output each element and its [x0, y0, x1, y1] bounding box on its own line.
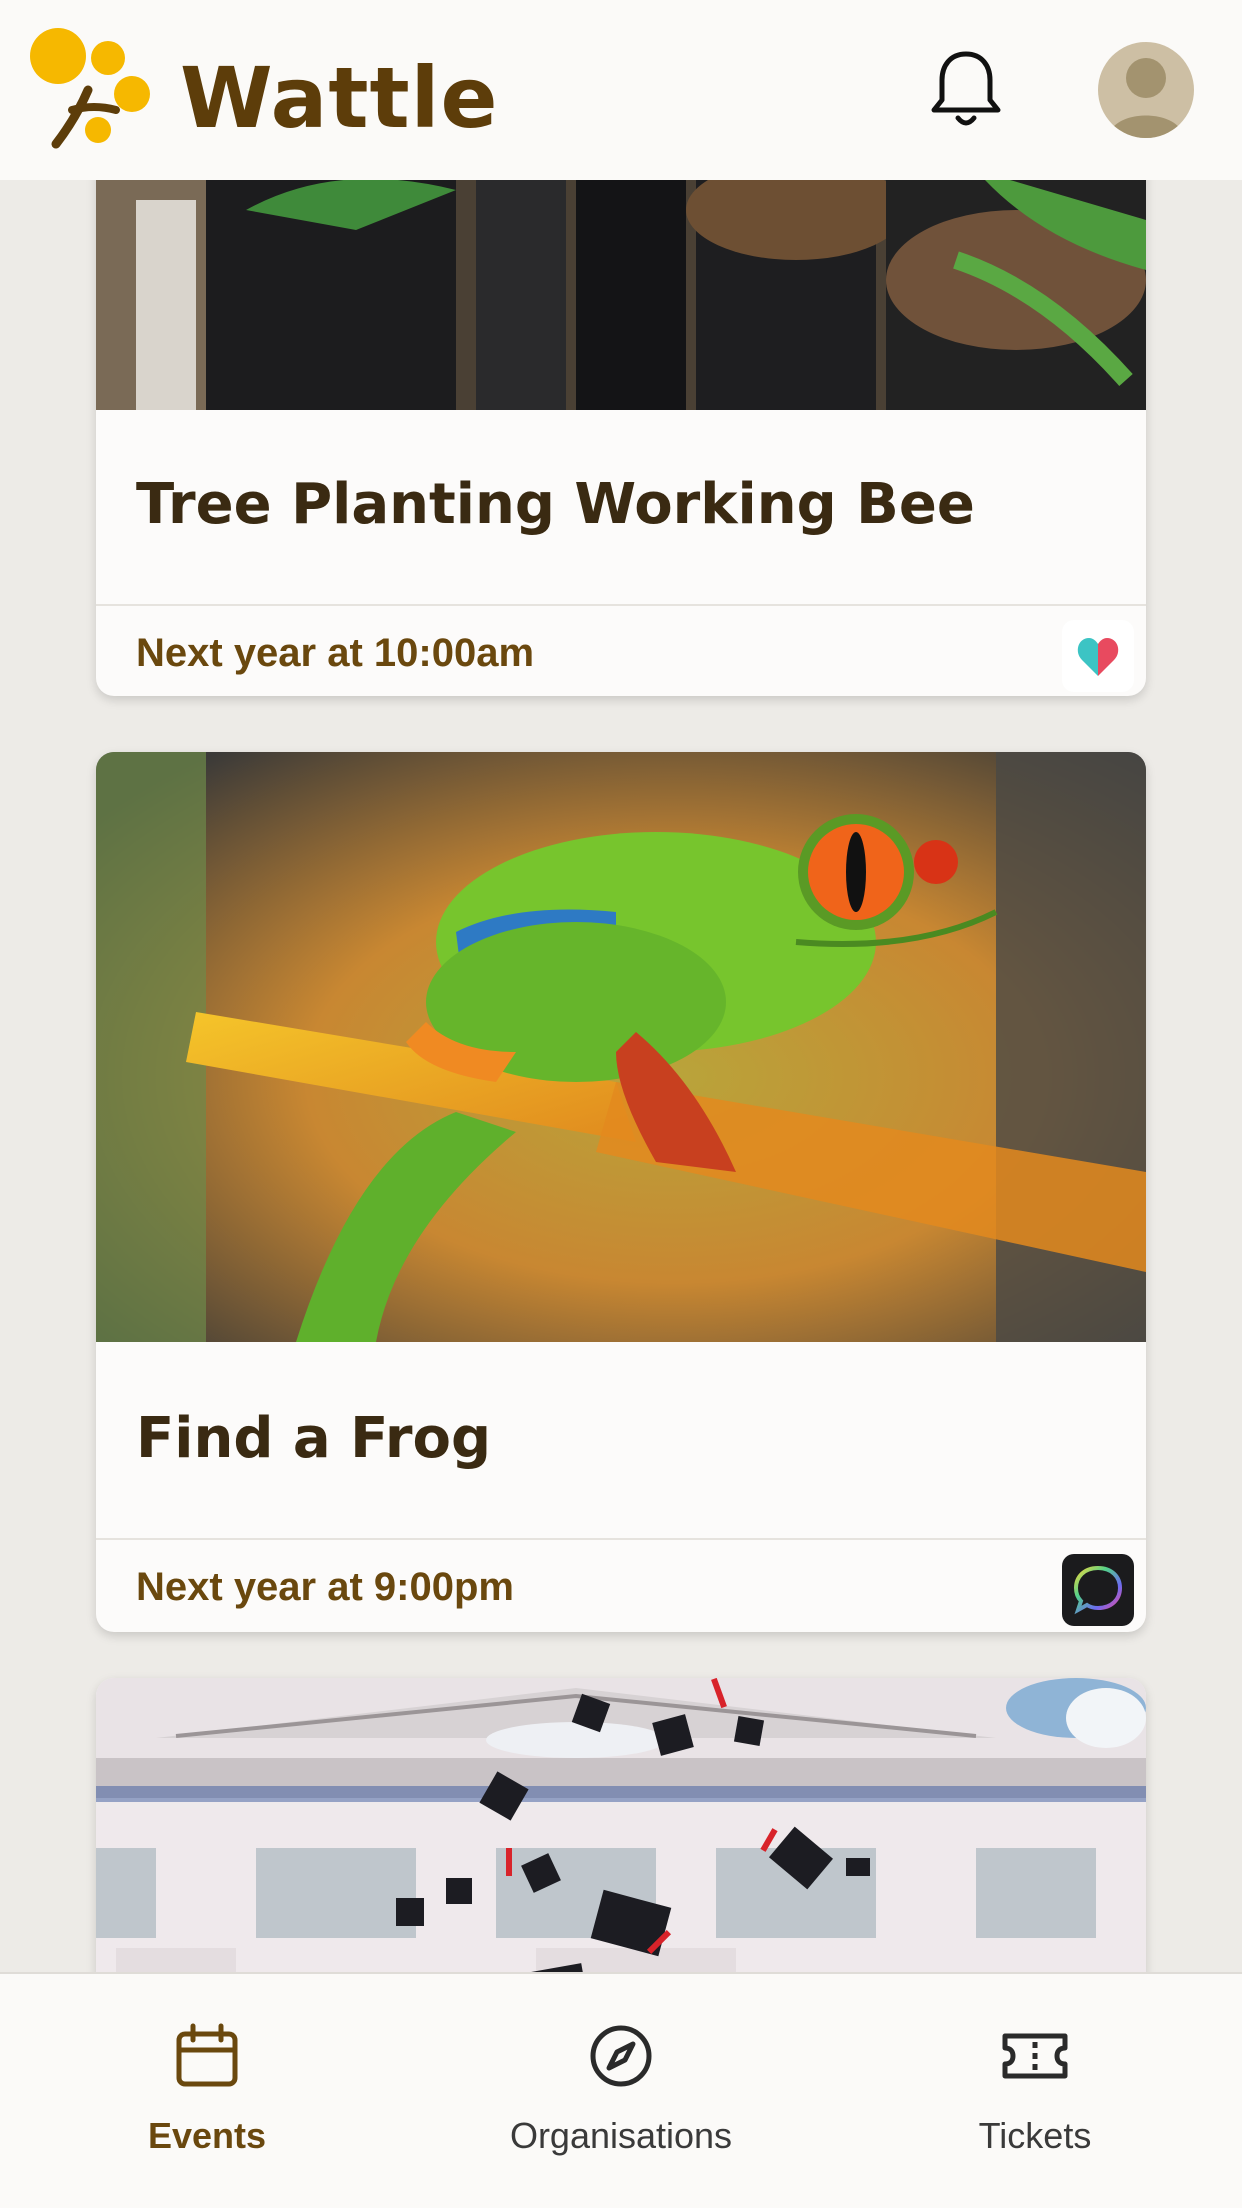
event-card[interactable]: Tree Planting Working Bee Next year at 1…: [96, 180, 1146, 696]
nav-label: Events: [147, 2115, 267, 2156]
nav-item-tickets[interactable]: Tickets: [885, 1974, 1185, 2208]
calendar-icon: [176, 2023, 238, 2087]
event-card[interactable]: Find a Frog Next year at 9:00pm: [96, 752, 1146, 1632]
wattle-logo-icon[interactable]: [28, 26, 158, 152]
user-avatar-icon: [1108, 58, 1184, 138]
bell-icon: [931, 51, 1001, 126]
event-image: [96, 180, 1146, 410]
card-divider: [96, 1538, 1146, 1540]
event-time: Next year at 9:00pm: [136, 1565, 514, 1609]
event-image: [96, 752, 1146, 1342]
event-image: [96, 1678, 1146, 1972]
organisation-logo[interactable]: [1062, 620, 1134, 692]
bottom-navigation: Events Organisations Tickets: [0, 1972, 1242, 2208]
event-card[interactable]: [96, 1678, 1146, 1972]
speech-bubble-logo-icon: [1073, 1565, 1123, 1615]
ticket-icon: [1002, 2033, 1068, 2079]
nav-item-events[interactable]: Events: [57, 1974, 357, 2208]
app-header: Wattle: [0, 0, 1242, 180]
event-title[interactable]: Find a Frog: [136, 1404, 491, 1474]
heart-logo-icon: [1077, 638, 1119, 676]
notifications-button[interactable]: [928, 46, 1004, 132]
compass-icon: [590, 2025, 652, 2087]
event-title[interactable]: Tree Planting Working Bee: [136, 470, 975, 540]
nav-item-organisations[interactable]: Organisations: [471, 1974, 771, 2208]
organisation-logo[interactable]: [1062, 1554, 1134, 1626]
avatar[interactable]: [1098, 42, 1194, 138]
nav-label: Organisations: [509, 2115, 733, 2156]
event-time: Next year at 10:00am: [136, 631, 535, 675]
app-name: Wattle: [180, 49, 499, 147]
card-divider: [96, 604, 1146, 606]
events-feed: Tree Planting Working Bee Next year at 1…: [0, 180, 1242, 1972]
nav-label: Tickets: [978, 2115, 1092, 2156]
